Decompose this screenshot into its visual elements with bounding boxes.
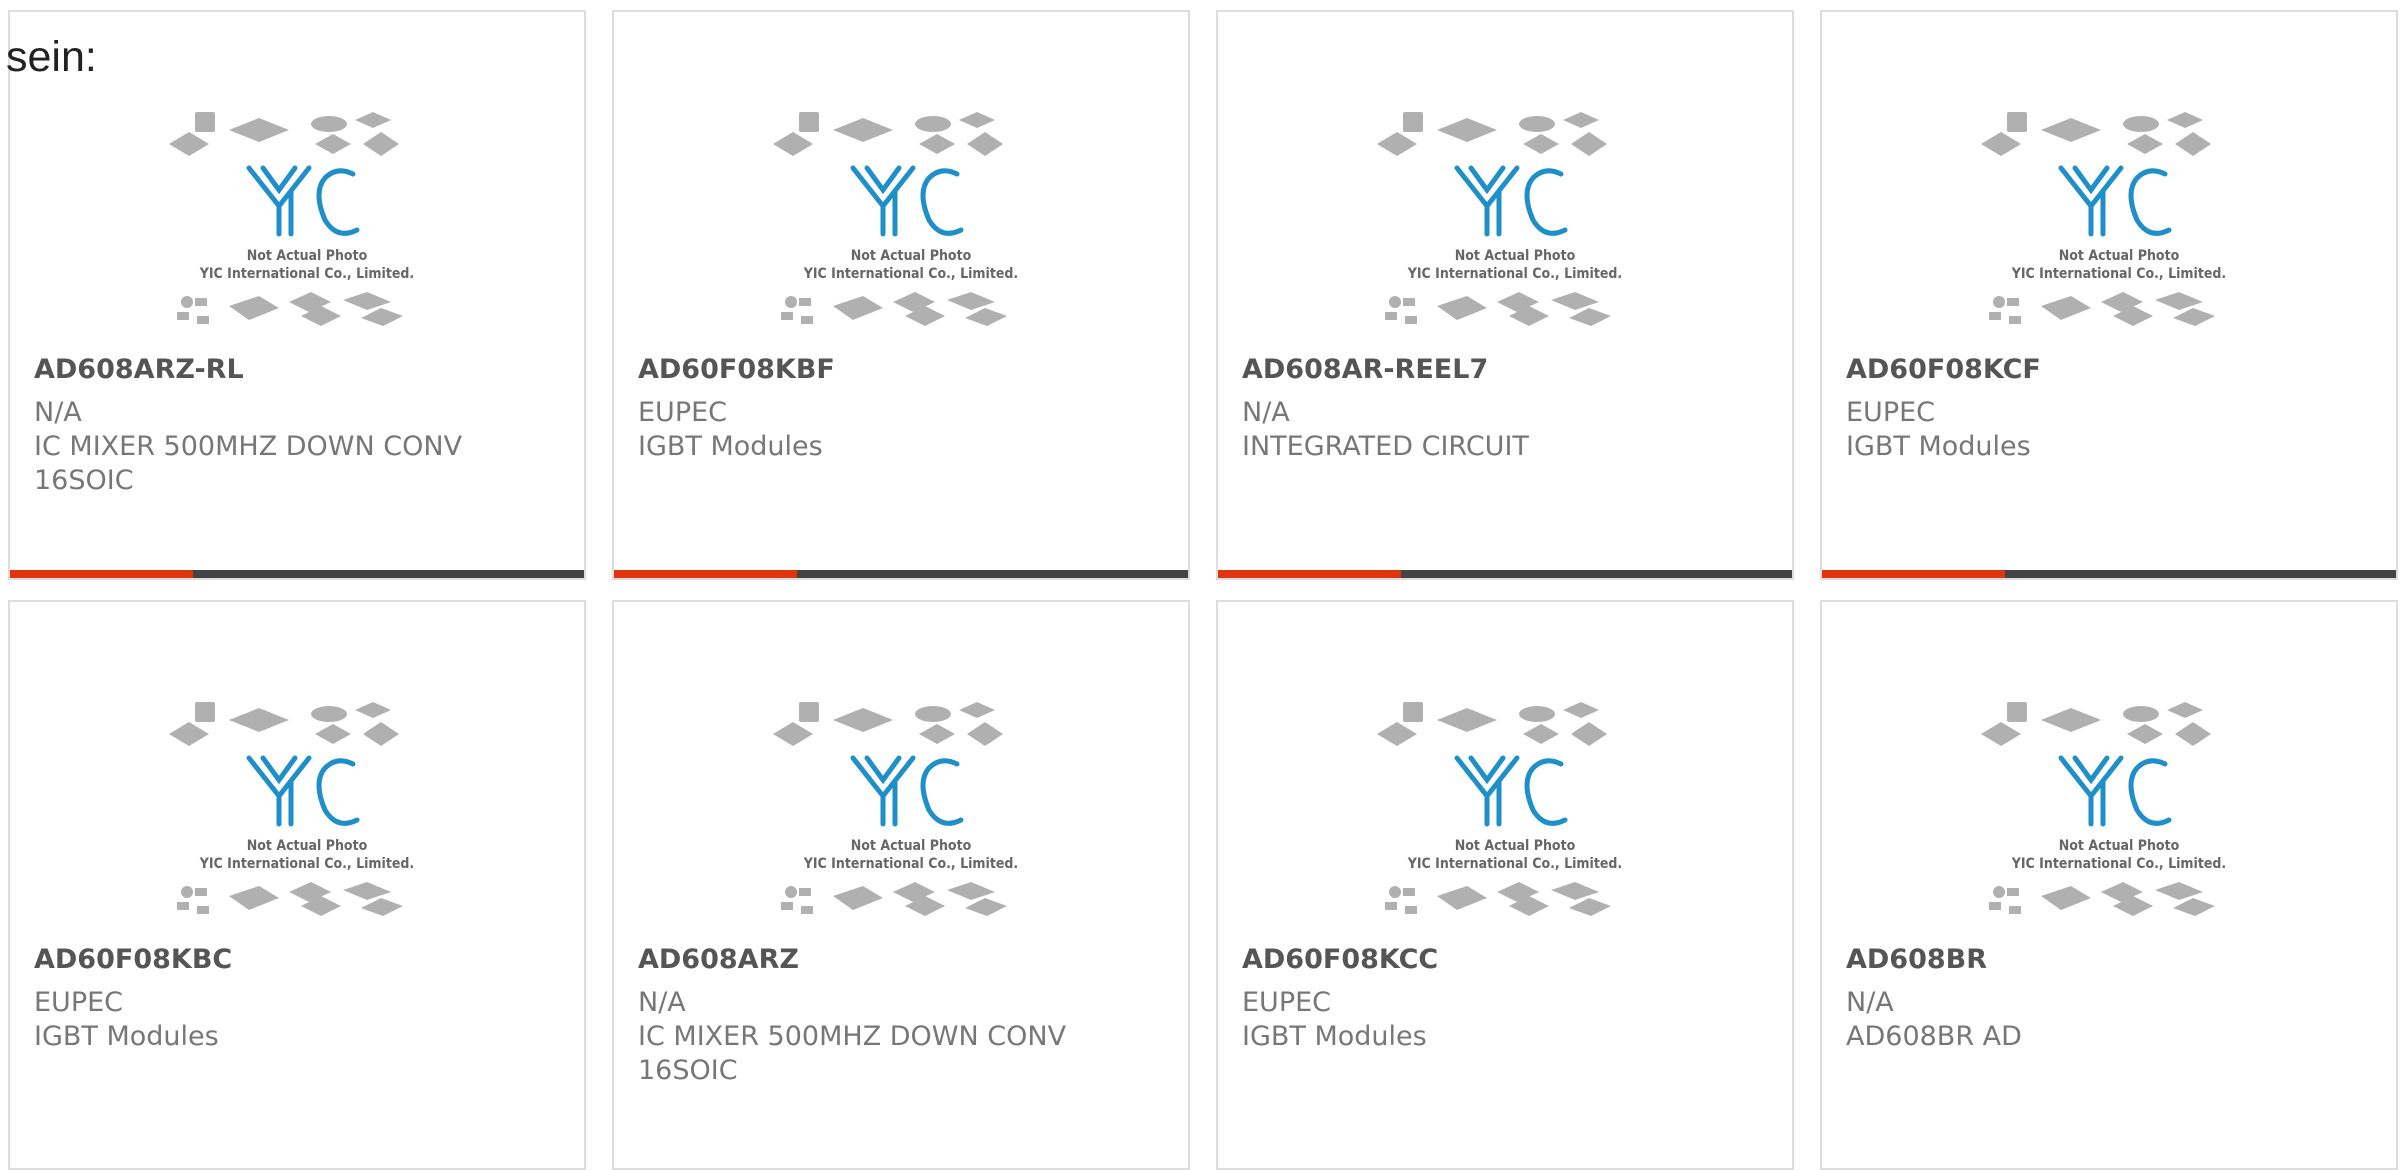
image-caption-line1: Not Actual Photo: [1455, 248, 1576, 264]
chip-package-icons: [1385, 882, 1611, 916]
part-number[interactable]: AD608ARZ-RL: [34, 354, 244, 385]
product-image[interactable]: Not Actual Photo YIC International Co., …: [167, 692, 447, 952]
image-caption-line1: Not Actual Photo: [851, 248, 972, 264]
product-image[interactable]: Not Actual Photo YIC International Co., …: [1979, 102, 2259, 362]
chip-package-icons: [1385, 292, 1611, 326]
yic-logo: [850, 755, 964, 827]
description: AD608BR AD: [1846, 1021, 2022, 1052]
image-caption-line1: Not Actual Photo: [851, 838, 972, 854]
yic-logo: [246, 165, 360, 237]
chip-package-icons: [1377, 112, 1607, 156]
image-caption-line2: YIC International Co., Limited.: [199, 856, 414, 872]
description: INTEGRATED CIRCUIT: [1242, 431, 1529, 462]
description: IC MIXER 500MHZ DOWN CONV 16SOIC: [638, 1021, 1067, 1086]
product-card[interactable]: Not Actual Photo YIC International Co., …: [612, 10, 1190, 580]
part-number[interactable]: AD608AR-REEL7: [1242, 354, 1488, 385]
chip-package-icons: [773, 702, 1003, 746]
manufacturer: N/A: [638, 987, 686, 1018]
image-caption-line2: YIC International Co., Limited.: [2011, 266, 2226, 282]
chip-package-icons: [177, 292, 403, 326]
manufacturer: N/A: [1242, 397, 1290, 428]
yic-logo: [2058, 165, 2172, 237]
product-image[interactable]: Not Actual Photo YIC International Co., …: [167, 102, 447, 362]
product-image[interactable]: Not Actual Photo YIC International Co., …: [1979, 692, 2259, 952]
product-card[interactable]: Not Actual Photo YIC International Co., …: [8, 600, 586, 1170]
chip-package-icons: [1989, 292, 2215, 326]
image-caption-line2: YIC International Co., Limited.: [803, 856, 1018, 872]
image-caption-line2: YIC International Co., Limited.: [199, 266, 414, 282]
image-caption-line1: Not Actual Photo: [1455, 838, 1576, 854]
product-card[interactable]: Not Actual Photo YIC International Co., …: [1820, 10, 2398, 580]
yic-logo: [2058, 755, 2172, 827]
product-image[interactable]: Not Actual Photo YIC International Co., …: [771, 102, 1051, 362]
part-number[interactable]: AD60F08KCF: [1846, 354, 2041, 385]
image-caption-line1: Not Actual Photo: [2059, 248, 2180, 264]
product-card[interactable]: Not Actual Photo YIC International Co., …: [612, 600, 1190, 1170]
card-bottom-bar: [10, 570, 584, 578]
description: IC MIXER 500MHZ DOWN CONV 16SOIC: [34, 431, 463, 496]
chip-package-icons: [781, 292, 1007, 326]
product-image[interactable]: Not Actual Photo YIC International Co., …: [1375, 102, 1655, 362]
chip-package-icons: [781, 882, 1007, 916]
image-caption-line1: Not Actual Photo: [247, 838, 368, 854]
card-bottom-bar: [1822, 570, 2396, 578]
product-image[interactable]: Not Actual Photo YIC International Co., …: [1375, 692, 1655, 952]
section-heading: sein:: [6, 33, 97, 81]
part-number[interactable]: AD60F08KBC: [34, 944, 232, 975]
card-bar-accent: [1822, 570, 2005, 578]
part-number[interactable]: AD608BR: [1846, 944, 1987, 975]
image-caption-line2: YIC International Co., Limited.: [2011, 856, 2226, 872]
card-bottom-bar: [1218, 570, 1792, 578]
chip-package-icons: [169, 112, 399, 156]
yic-logo: [1454, 755, 1568, 827]
product-card[interactable]: Not Actual Photo YIC International Co., …: [1216, 600, 1794, 1170]
description: IGBT Modules: [1242, 1021, 1427, 1052]
description: IGBT Modules: [1846, 431, 2031, 462]
image-caption-line2: YIC International Co., Limited.: [803, 266, 1018, 282]
yic-logo: [246, 755, 360, 827]
chip-package-icons: [1981, 112, 2211, 156]
image-caption-line1: Not Actual Photo: [2059, 838, 2180, 854]
image-caption-line1: Not Actual Photo: [247, 248, 368, 264]
part-number[interactable]: AD60F08KCC: [1242, 944, 1438, 975]
image-caption-line2: YIC International Co., Limited.: [1407, 266, 1622, 282]
chip-package-icons: [177, 882, 403, 916]
card-bar-accent: [1218, 570, 1401, 578]
part-number[interactable]: AD608ARZ: [638, 944, 799, 975]
chip-package-icons: [169, 702, 399, 746]
card-bar-accent: [614, 570, 797, 578]
description: IGBT Modules: [34, 1021, 219, 1052]
product-card[interactable]: Not Actual Photo YIC International Co., …: [8, 10, 586, 580]
image-caption-line2: YIC International Co., Limited.: [1407, 856, 1622, 872]
chip-package-icons: [1377, 702, 1607, 746]
manufacturer: EUPEC: [1242, 987, 1332, 1018]
manufacturer: N/A: [34, 397, 82, 428]
manufacturer: EUPEC: [1846, 397, 1936, 428]
yic-logo: [1454, 165, 1568, 237]
product-card[interactable]: Not Actual Photo YIC International Co., …: [1216, 10, 1794, 580]
product-card[interactable]: Not Actual Photo YIC International Co., …: [1820, 600, 2398, 1170]
part-number[interactable]: AD60F08KBF: [638, 354, 835, 385]
manufacturer: EUPEC: [34, 987, 124, 1018]
manufacturer: EUPEC: [638, 397, 728, 428]
yic-logo: [850, 165, 964, 237]
description: IGBT Modules: [638, 431, 823, 462]
card-bottom-bar: [614, 570, 1188, 578]
card-bar-accent: [10, 570, 193, 578]
chip-package-icons: [773, 112, 1003, 156]
chip-package-icons: [1989, 882, 2215, 916]
manufacturer: N/A: [1846, 987, 1894, 1018]
product-image[interactable]: Not Actual Photo YIC International Co., …: [771, 692, 1051, 952]
chip-package-icons: [1981, 702, 2211, 746]
